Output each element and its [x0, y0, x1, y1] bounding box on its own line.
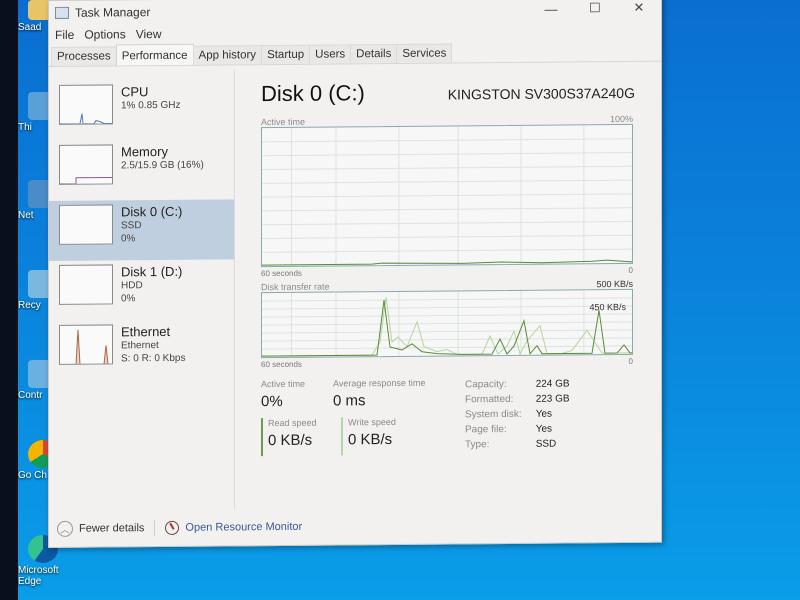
disk-0-thumbnail-graph	[59, 204, 113, 245]
active-time-stat-label: Active time	[261, 378, 306, 390]
sidebar-item-cpu[interactable]: CPU 1% 0.85 GHz	[49, 79, 234, 141]
monitor-bezel	[0, 0, 18, 600]
write-speed-value: 0 KB/s	[348, 430, 393, 449]
tab-services[interactable]: Services	[396, 43, 453, 63]
read-speed-label: Read speed	[268, 417, 317, 429]
tab-users[interactable]: Users	[309, 44, 352, 64]
tab-app-history[interactable]: App history	[192, 45, 263, 65]
graph-gridline	[262, 337, 632, 342]
active-time-graph-time: 60 seconds	[261, 268, 302, 279]
performance-sidebar: CPU 1% 0.85 GHz Memory 2.5/15.9 GB (16%)…	[49, 69, 235, 511]
disk-model: KINGSTON SV300S37A240G	[447, 84, 635, 103]
sidebar-item-detail: 2.5/15.9 GB (16%)	[121, 159, 204, 172]
sidebar-item-detail: 1% 0.85 GHz	[121, 99, 181, 112]
sidebar-item-name: Ethernet	[121, 323, 171, 340]
close-button[interactable]: ✕	[617, 0, 661, 19]
graph-gridline	[262, 234, 632, 240]
page-title: Disk 0 (C:)	[261, 80, 365, 107]
open-resource-monitor-link[interactable]: Open Resource Monitor	[165, 520, 302, 535]
tab-processes[interactable]: Processes	[51, 46, 117, 66]
window-title: Task Manager	[75, 5, 151, 20]
sidebar-item-disk-0[interactable]: Disk 0 (C:) SSD 0%	[49, 199, 234, 261]
fewer-details-button[interactable]: ︿ Fewer details	[57, 520, 144, 537]
footer-separator	[154, 520, 156, 537]
graph-gridline	[262, 345, 632, 350]
open-resource-monitor-label: Open Resource Monitor	[185, 520, 303, 534]
graph-gridline	[262, 165, 632, 171]
task-manager-icon	[55, 6, 69, 19]
property-row: Type: SSD	[465, 438, 557, 451]
graph-gridline	[262, 329, 632, 334]
graph-gridline	[262, 297, 632, 302]
cpu-thumbnail-graph	[59, 84, 113, 125]
active-time-trace	[262, 259, 632, 266]
sidebar-item-name: Disk 0 (C:)	[121, 203, 183, 220]
graph-gridline	[262, 179, 632, 184]
transfer-rate-graph: 450 KB/s	[261, 288, 633, 359]
active-time-graph-min: 0	[628, 265, 633, 275]
sidebar-item-usage: 0%	[121, 233, 136, 245]
transfer-graph-min: 0	[628, 356, 633, 366]
transfer-graph-max: 500 KB/s	[596, 278, 633, 290]
graph-gridline	[262, 207, 632, 212]
menu-options[interactable]: Options	[84, 27, 125, 41]
tab-performance[interactable]: Performance	[115, 43, 194, 66]
graph-gridline	[262, 152, 632, 157]
sidebar-item-detail: SSD	[121, 220, 142, 232]
transfer-graph-time: 60 seconds	[261, 359, 302, 370]
sidebar-item-usage: 0%	[121, 293, 136, 305]
write-speed-trace	[262, 296, 632, 357]
active-time-graph	[261, 123, 633, 268]
disk-detail-panel: Disk 0 (C:) KINGSTON SV300S37A240G Activ…	[235, 66, 661, 510]
sidebar-item-name: Memory	[121, 143, 168, 160]
graph-gridline	[262, 321, 632, 326]
menu-file[interactable]: File	[55, 28, 74, 42]
chevron-up-icon: ︿	[57, 520, 73, 537]
property-row: Capacity: 224 GB	[465, 378, 570, 391]
graph-gridline	[262, 138, 632, 143]
memory-thumbnail-graph	[59, 144, 113, 185]
graph-gridline	[262, 193, 632, 198]
avg-response-stat-value: 0 ms	[333, 392, 366, 410]
graph-gridline	[262, 305, 632, 310]
ethernet-thumbnail-graph	[59, 324, 113, 365]
footer-bar: ︿ Fewer details Open Resource Monitor	[49, 506, 661, 547]
property-row: Page file: Yes	[465, 423, 553, 436]
sidebar-item-name: CPU	[121, 84, 149, 100]
minimize-button[interactable]: —	[529, 0, 573, 20]
disk-properties: Capacity: 224 GB Formatted: 223 GB System …	[465, 376, 584, 454]
property-row: Formatted: 223 GB	[465, 393, 570, 406]
write-speed-label: Write speed	[348, 416, 396, 428]
read-speed-value: 0 KB/s	[268, 431, 313, 450]
maximize-button[interactable]: ☐	[573, 0, 617, 19]
menu-view[interactable]: View	[136, 27, 162, 41]
tab-details[interactable]: Details	[350, 43, 398, 64]
active-time-graph-label: Active time	[261, 116, 306, 128]
disk-1-thumbnail-graph	[59, 264, 113, 305]
sidebar-item-name: Disk 1 (D:)	[121, 263, 183, 280]
property-row: System disk: Yes	[465, 408, 553, 421]
transfer-graph-marker: 450 KB/s	[589, 301, 626, 313]
active-time-graph-max: 100%	[609, 113, 633, 125]
graph-gridline	[262, 248, 632, 253]
sidebar-item-detail: Ethernet	[121, 340, 159, 352]
sidebar-item-detail: HDD	[121, 280, 143, 292]
avg-response-stat-label: Average response time	[333, 377, 426, 389]
sidebar-item-disk-1[interactable]: Disk 1 (D:) HDD 0%	[49, 259, 234, 321]
graph-gridline	[262, 221, 632, 226]
tab-bar: Processes Performance App history Startu…	[49, 39, 661, 67]
sidebar-item-ethernet[interactable]: Ethernet Ethernet S: 0 R: 0 Kbps	[49, 319, 234, 381]
read-speed-block: Read speed 0 KB/s	[261, 417, 341, 457]
sidebar-item-memory[interactable]: Memory 2.5/15.9 GB (16%)	[49, 139, 234, 201]
graph-gridline	[262, 313, 632, 318]
active-time-stat-value: 0%	[261, 392, 283, 411]
tab-startup[interactable]: Startup	[261, 44, 311, 65]
resource-monitor-icon	[165, 520, 180, 535]
fewer-details-label: Fewer details	[79, 522, 145, 535]
transfer-graph-label: Disk transfer rate	[261, 281, 330, 293]
write-speed-block: Write speed 0 KB/s	[341, 416, 441, 456]
sidebar-item-throughput: S: 0 R: 0 Kbps	[121, 352, 186, 365]
task-manager-window: Task Manager — ☐ ✕ File Options View Pro…	[48, 0, 662, 548]
